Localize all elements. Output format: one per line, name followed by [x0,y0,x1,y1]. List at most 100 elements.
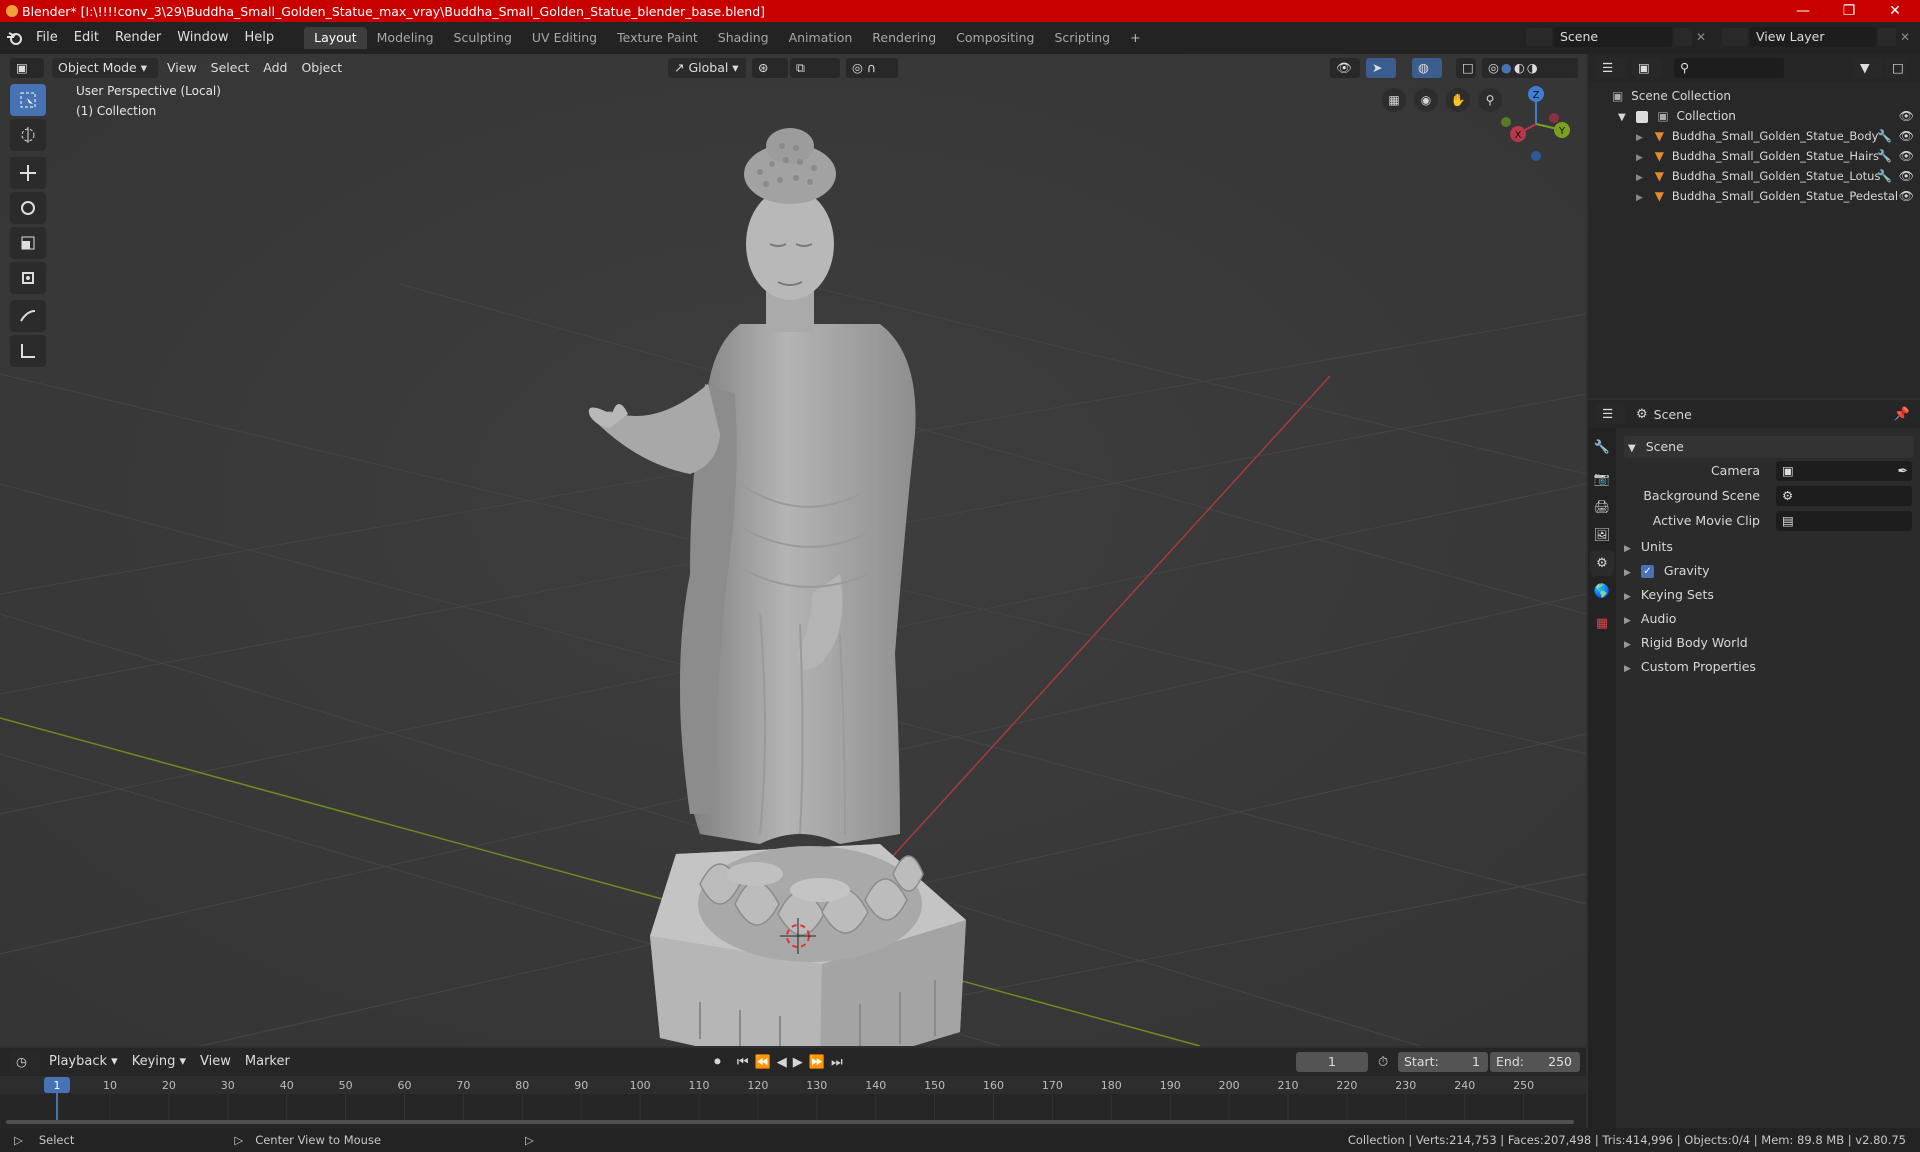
menu-edit[interactable]: Edit [66,27,107,49]
background-scene-field[interactable]: ⚙ [1776,486,1912,506]
cursor-tool-icon[interactable] [10,119,46,151]
menu-file[interactable]: File [28,27,66,49]
tab-compositing[interactable]: Compositing [946,27,1044,49]
pan-view-icon[interactable]: ✋ [1446,88,1470,112]
outliner-object-body[interactable]: ▶ ▼ Buddha_Small_Golden_Statue_Body 🔧 👁 [1636,126,1914,146]
eye-icon[interactable]: 👁 [1899,166,1914,186]
select-box-tool-icon[interactable] [10,84,46,116]
eye-icon[interactable]: 👁 [1899,146,1914,166]
tab-modeling[interactable]: Modeling [367,27,444,49]
outliner-collection[interactable]: ▼ ▣ Collection 👁 [1618,106,1914,126]
close-icon[interactable]: ✕ [1872,0,1918,22]
jump-end-icon[interactable]: ⏭ [831,1055,843,1070]
filter-icon[interactable]: ▼ [1854,58,1882,78]
tab-sculpting[interactable]: Sculpting [444,27,522,49]
outliner-editor-type-icon[interactable]: ☰ [1596,58,1626,78]
menu-window[interactable]: Window [169,27,236,49]
viewport-menu-select[interactable]: Select [204,58,257,78]
ortho-grid-icon[interactable]: ▦ [1382,88,1406,112]
transform-tool-icon[interactable] [10,262,46,294]
3d-viewport[interactable]: ▣ Object Mode ▾ View Select Add Object ↗… [0,54,1586,1046]
view-layer-tab-icon[interactable]: 🖼 [1590,522,1614,548]
add-workspace-button[interactable]: + [1120,27,1150,49]
new-collection-icon[interactable]: □ [1886,58,1906,78]
display-mode-icon[interactable]: ▣ [1632,58,1662,78]
collection-checkbox[interactable] [1635,110,1648,123]
texture-tab-icon[interactable]: ▦ [1590,610,1614,636]
record-icon[interactable]: ⚫ [712,1055,723,1070]
scene-tab-icon[interactable]: ⚙ [1590,550,1614,576]
keying-menu[interactable]: Keying ▾ [125,1052,193,1072]
move-tool-icon[interactable] [10,157,46,189]
delete-view-layer-icon[interactable]: ✕ [1900,30,1910,44]
overlays-toggle-icon[interactable]: ◍ [1412,58,1442,78]
properties-editor-type-icon[interactable]: ☰ [1596,404,1626,424]
audio-section[interactable]: ▶ Audio [1624,608,1914,630]
end-frame-field[interactable]: End: 250 [1490,1052,1580,1072]
blender-menu-icon[interactable] [0,31,28,45]
modifier-wrench-icon[interactable]: 🔧 [1877,146,1892,166]
xray-toggle-icon[interactable]: □ [1456,58,1476,78]
view-layer-selector[interactable]: View Layer [1750,27,1876,47]
units-section[interactable]: ▶ Units [1624,536,1914,558]
scene-browse-icon[interactable] [1526,28,1552,46]
gravity-section[interactable]: ▶ ✓ Gravity [1624,560,1914,582]
snap-icon[interactable]: ⧉ [790,58,840,78]
tab-layout[interactable]: Layout [304,27,367,49]
keying-sets-section[interactable]: ▶ Keying Sets [1624,584,1914,606]
scale-tool-icon[interactable] [10,227,46,259]
viewport-menu-add[interactable]: Add [256,58,294,78]
eye-icon[interactable]: 👁 [1899,106,1914,126]
new-view-layer-icon[interactable] [1878,28,1896,46]
collapsed-arrow-icon[interactable]: ▶ [1636,153,1643,163]
jump-start-icon[interactable]: ⏮ [737,1055,749,1070]
view-layer-browse-icon[interactable] [1722,28,1748,46]
tab-rendering[interactable]: Rendering [862,27,946,49]
tab-animation[interactable]: Animation [779,27,863,49]
viewport-menu-object[interactable]: Object [294,58,349,78]
playback-menu[interactable]: Playback ▾ [42,1052,125,1072]
stopwatch-icon[interactable]: ⏱ [1378,1055,1388,1070]
outliner-object-hairs[interactable]: ▶ ▼ Buddha_Small_Golden_Statue_Hairs 🔧 👁 [1636,146,1914,166]
scene-panel-header[interactable]: ▼ Scene [1624,436,1914,458]
new-scene-icon[interactable] [1674,28,1692,46]
measure-tool-icon[interactable] [10,335,46,367]
pivot-point-icon[interactable]: ⊛ [752,58,788,78]
outliner-object-pedestal[interactable]: ▶ ▼ Buddha_Small_Golden_Statue_Pedestal … [1636,186,1914,206]
tab-scripting[interactable]: Scripting [1045,27,1121,49]
collapsed-arrow-icon[interactable]: ▶ [1636,173,1643,183]
gravity-checkbox[interactable]: ✓ [1640,565,1654,578]
timeline-ruler[interactable]: 1 10 20 30 40 50 60 70 80 90 100 110 120 130 140 150 160… [0,1076,1586,1128]
collapsed-arrow-icon[interactable]: ▶ [1636,133,1643,143]
gizmo-toggle-icon[interactable]: ➤ [1366,58,1396,78]
next-keyframe-icon[interactable]: ⏩ [809,1055,825,1070]
outliner-search-input[interactable]: ⚲ [1674,58,1784,78]
rotate-tool-icon[interactable] [10,192,46,224]
tab-uv-editing[interactable]: UV Editing [522,27,607,49]
camera-field[interactable]: ▣ ✒ [1776,461,1912,481]
maximize-icon[interactable]: ❐ [1826,0,1872,22]
mode-selector[interactable]: Object Mode ▾ [52,58,158,78]
menu-render[interactable]: Render [107,27,169,49]
minimize-icon[interactable]: — [1780,0,1826,22]
viewport-menu-view[interactable]: View [160,58,204,78]
current-frame-field[interactable]: 1 [1296,1052,1368,1072]
eyedropper-icon[interactable]: ✒ [1898,461,1908,481]
output-tab-icon[interactable]: 🖨 [1590,494,1614,520]
start-frame-field[interactable]: Start: 1 [1398,1052,1488,1072]
expand-arrow-icon[interactable]: ▼ [1618,112,1626,123]
navigation-gizmo[interactable]: Z Y X [1496,84,1576,164]
tool-tab-icon[interactable]: 🔧 [1590,434,1614,460]
timeline-scrollbar[interactable] [6,1120,1574,1124]
marker-menu[interactable]: Marker [238,1052,297,1072]
collapsed-arrow-icon[interactable]: ▶ [1636,193,1643,203]
proportional-editing-icon[interactable]: ◎ ∩ [846,58,898,78]
rigid-body-world-section[interactable]: ▶ Rigid Body World [1624,632,1914,654]
outliner-scene-collection[interactable]: ▣ Scene Collection [1612,86,1731,106]
play-reverse-icon[interactable]: ◀ [777,1055,787,1070]
play-icon[interactable]: ▶ [793,1055,803,1070]
timeline-editor-type-icon[interactable]: ◷ [10,1052,40,1072]
prev-keyframe-icon[interactable]: ⏪ [755,1055,771,1070]
eye-icon[interactable]: 👁 [1899,126,1914,146]
render-tab-icon[interactable]: 📷 [1590,466,1614,492]
